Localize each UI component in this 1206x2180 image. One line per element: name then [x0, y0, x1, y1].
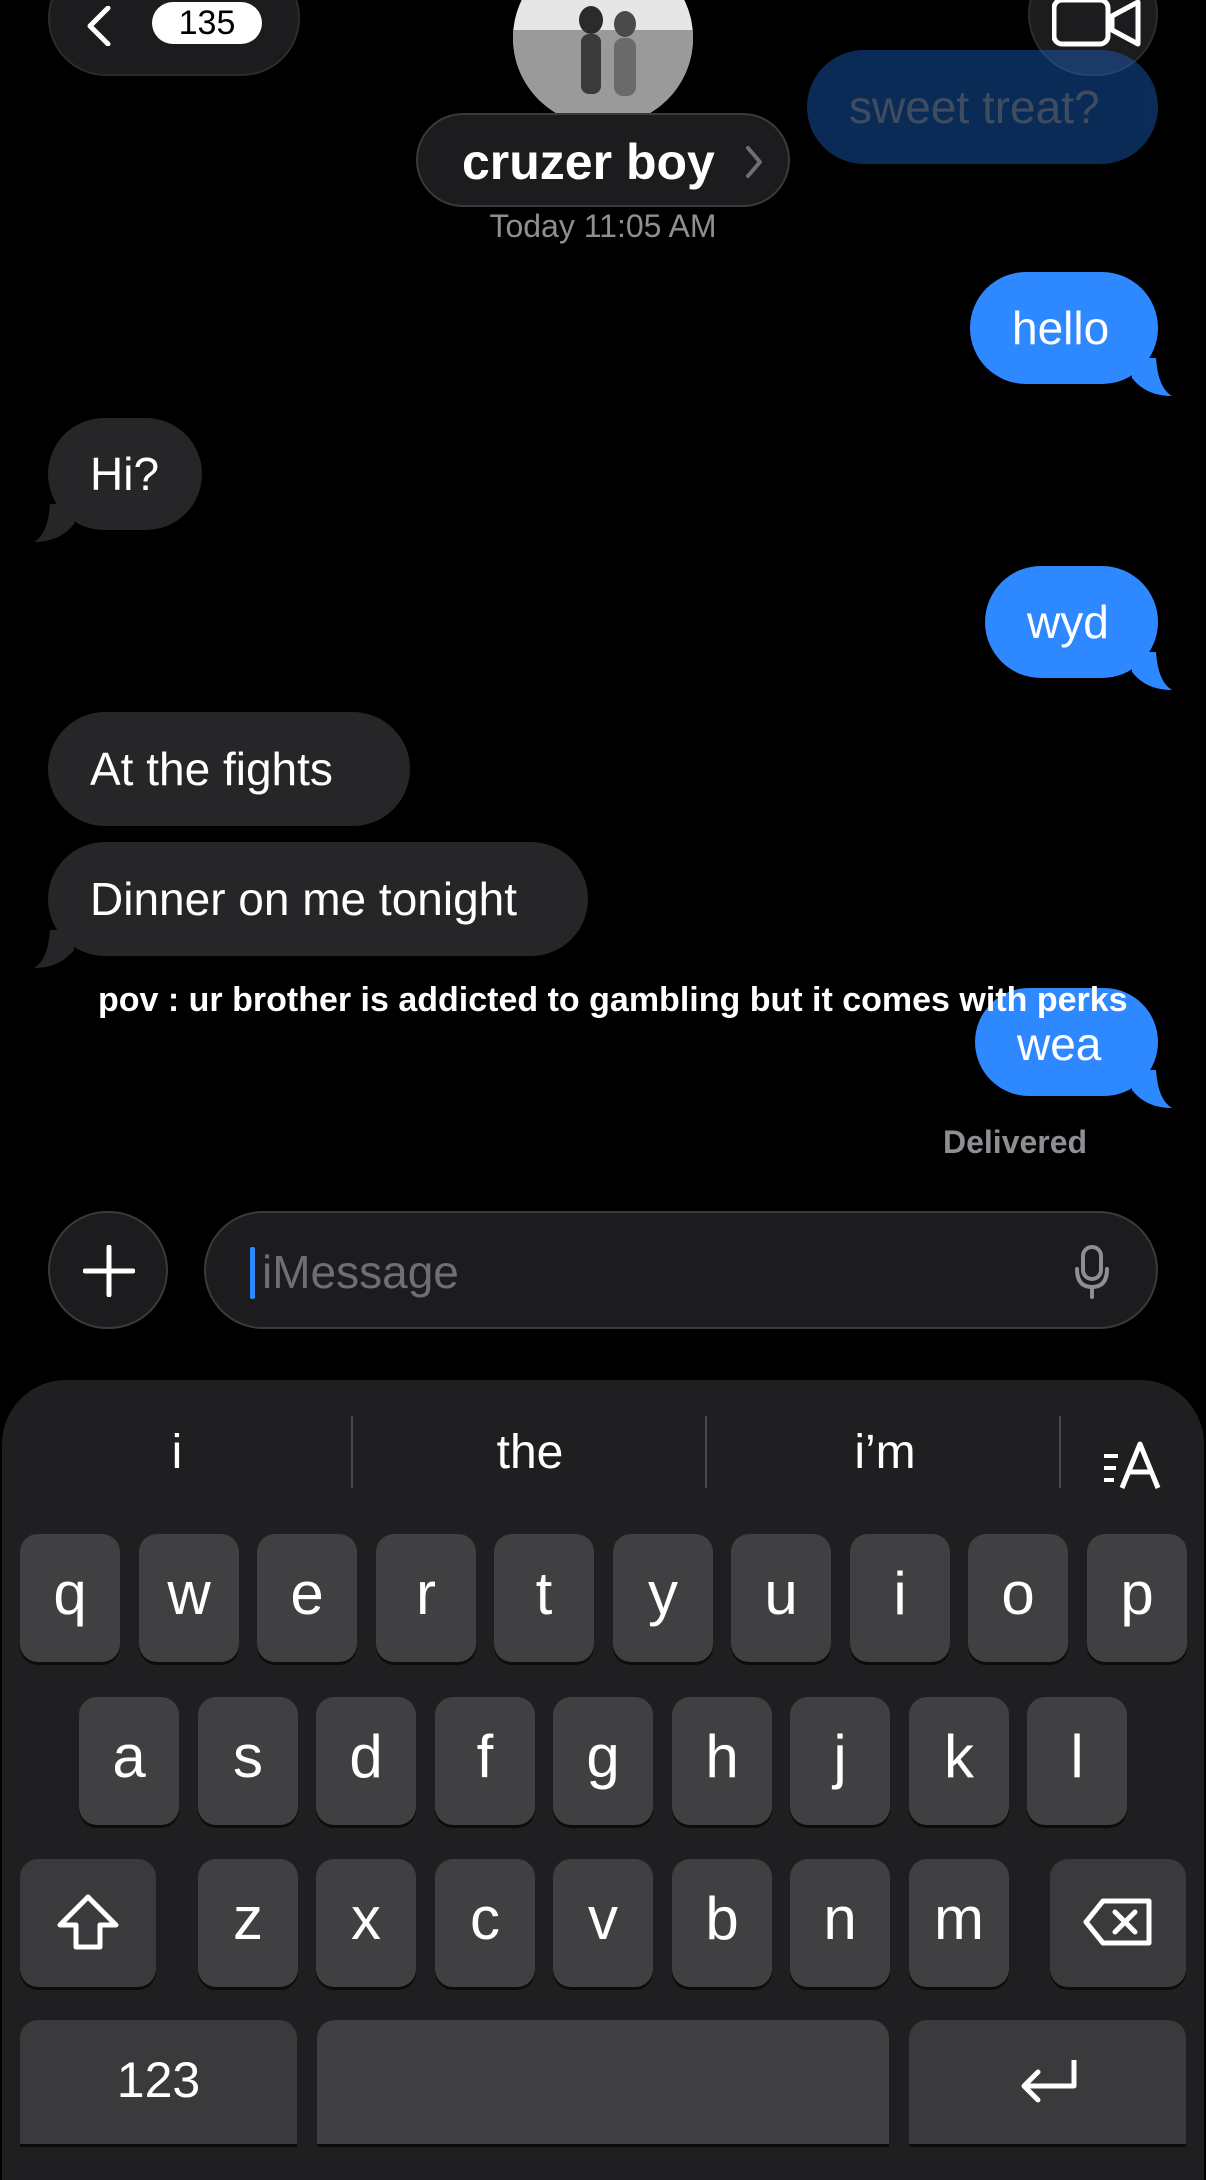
key-x[interactable]: x — [316, 1859, 416, 1987]
text-cursor — [250, 1247, 255, 1299]
suggestion-1[interactable]: i — [52, 1420, 302, 1486]
delivery-status: Delivered — [943, 1124, 1088, 1160]
shift-key[interactable] — [20, 1859, 156, 1987]
key-z[interactable]: z — [198, 1859, 298, 1987]
message-text: Dinner on me tonight — [90, 873, 518, 925]
chevron-left-icon — [87, 6, 111, 46]
key-s[interactable]: s — [198, 1697, 298, 1825]
contact-avatar[interactable] — [513, 0, 693, 126]
chevron-right-icon — [746, 146, 762, 178]
message-input[interactable]: iMessage — [204, 1211, 1158, 1329]
key-h[interactable]: h — [672, 1697, 772, 1825]
key-p[interactable]: p — [1087, 1534, 1187, 1662]
message-bubble-incoming[interactable]: Hi? — [34, 418, 202, 542]
message-bubble-outgoing[interactable]: hello — [970, 272, 1172, 396]
suggestion-divider — [705, 1416, 707, 1488]
key-a[interactable]: a — [79, 1697, 179, 1825]
video-camera-icon — [1052, 0, 1141, 47]
avatar-photo — [513, 0, 693, 126]
key-q[interactable]: q — [20, 1534, 120, 1662]
key-m[interactable]: m — [909, 1859, 1009, 1987]
bubble-tail — [34, 504, 74, 542]
conversation-timestamp: Today 11:05 AM — [489, 208, 717, 244]
suggestion-3[interactable]: i’m — [760, 1420, 1010, 1486]
key-v[interactable]: v — [553, 1859, 653, 1987]
message-bubble-incoming[interactable]: Dinner on me tonight — [34, 842, 588, 968]
back-button[interactable]: 135 — [48, 0, 300, 76]
suggestion-divider — [1059, 1416, 1061, 1488]
key-e[interactable]: e — [257, 1534, 357, 1662]
key-k[interactable]: k — [909, 1697, 1009, 1825]
suggestion-2[interactable]: the — [405, 1420, 655, 1486]
return-icon — [1021, 2060, 1076, 2103]
space-key[interactable] — [317, 2020, 889, 2144]
numbers-key[interactable]: 123 — [20, 2020, 297, 2144]
message-text: wea — [1017, 1018, 1102, 1070]
bubble-tail — [1132, 652, 1172, 690]
key-u[interactable]: u — [731, 1534, 831, 1662]
bubble-tail — [1132, 1070, 1172, 1108]
microphone-icon[interactable] — [1074, 1245, 1110, 1299]
message-bubble-incoming[interactable]: At the fights — [48, 712, 410, 826]
delete-key[interactable] — [1050, 1859, 1186, 1987]
add-attachment-button[interactable] — [48, 1211, 168, 1329]
suggestion-divider — [351, 1416, 353, 1488]
message-text: At the fights — [90, 743, 333, 795]
shift-icon — [57, 1894, 119, 1950]
return-key[interactable] — [909, 2020, 1186, 2144]
message-text: hello — [1012, 302, 1110, 354]
key-t[interactable]: t — [494, 1534, 594, 1662]
key-c[interactable]: c — [435, 1859, 535, 1987]
bubble-tail — [34, 930, 74, 968]
message-bubble-outgoing[interactable]: sweet treat? — [807, 50, 1158, 164]
message-bubble-outgoing[interactable]: wyd — [985, 566, 1172, 690]
key-d[interactable]: d — [316, 1697, 416, 1825]
message-text: wyd — [1027, 596, 1109, 648]
key-n[interactable]: n — [790, 1859, 890, 1987]
overlay-caption: pov : ur brother is addicted to gambling… — [98, 981, 1128, 1019]
unread-count-badge: 135 — [152, 2, 262, 44]
contact-name-button[interactable]: cruzer boy — [416, 113, 790, 207]
key-b[interactable]: b — [672, 1859, 772, 1987]
plus-icon — [83, 1245, 135, 1297]
key-f[interactable]: f — [435, 1697, 535, 1825]
key-r[interactable]: r — [376, 1534, 476, 1662]
key-y[interactable]: y — [613, 1534, 713, 1662]
key-w[interactable]: w — [139, 1534, 239, 1662]
message-input-placeholder: iMessage — [262, 1246, 459, 1298]
backspace-icon — [1083, 1898, 1152, 1946]
key-g[interactable]: g — [553, 1697, 653, 1825]
message-text: sweet treat? — [849, 81, 1100, 133]
message-text: Hi? — [90, 448, 160, 500]
key-o[interactable]: o — [968, 1534, 1068, 1662]
contact-name: cruzer boy — [462, 134, 715, 190]
key-i[interactable]: i — [850, 1534, 950, 1662]
key-l[interactable]: l — [1027, 1697, 1127, 1825]
bubble-tail — [1132, 358, 1172, 396]
key-j[interactable]: j — [790, 1697, 890, 1825]
text-format-icon[interactable] — [1100, 1440, 1164, 1492]
